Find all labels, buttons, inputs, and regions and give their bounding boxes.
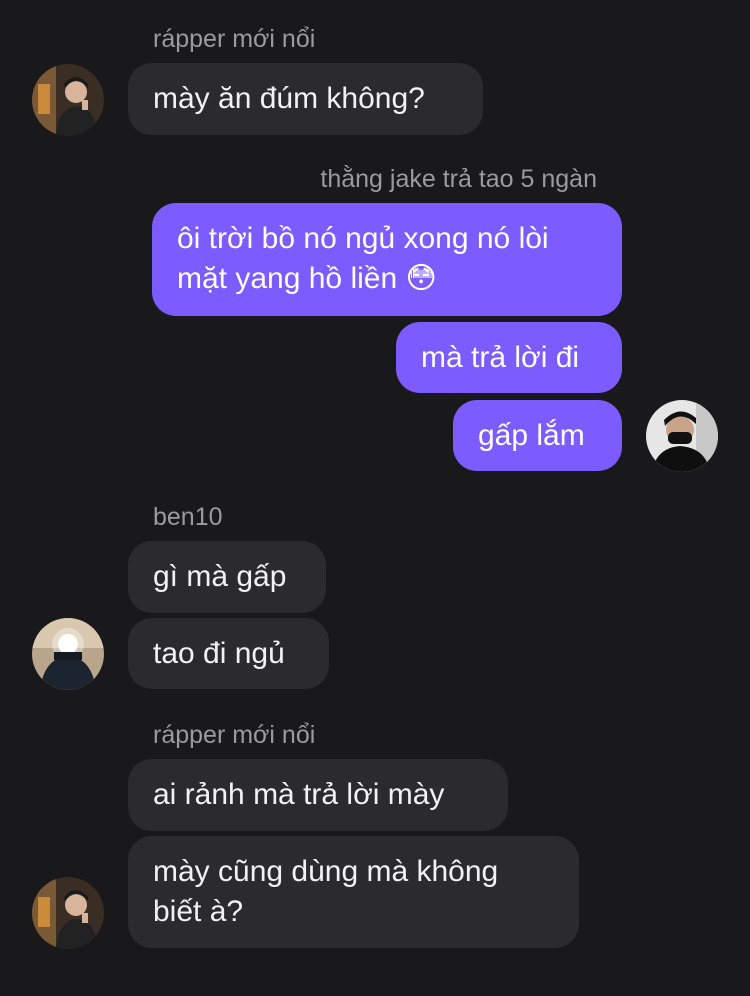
ben10-avatar-icon[interactable] [32,618,104,690]
sender-name: ben10 [153,503,223,531]
message-bubble[interactable]: mày cũng dùng mà không biết à? [128,836,579,948]
message-bubble[interactable]: tao đi ngủ [128,618,329,689]
sender-name: thằng jake trả tao 5 ngàn [320,165,597,193]
sender-name: rápper mới nổi [153,721,316,749]
self-avatar-icon[interactable] [646,400,718,472]
message-bubble[interactable]: gì mà gấp [128,541,326,613]
rapper-avatar-icon[interactable] [32,877,104,949]
rapper-avatar-icon[interactable] [32,64,104,136]
message-bubble[interactable]: mày ăn đúm không? [128,63,483,135]
message-bubble-outgoing[interactable]: mà trả lời đi [396,322,622,393]
message-bubble-outgoing[interactable]: ôi trời bồ nó ngủ xong nó lòi mặt yang h… [152,203,622,316]
message-bubble-outgoing[interactable]: gấp lắm [453,400,622,471]
sender-name: rápper mới nổi [153,25,316,53]
message-bubble[interactable]: ai rảnh mà trả lời mày [128,759,508,831]
